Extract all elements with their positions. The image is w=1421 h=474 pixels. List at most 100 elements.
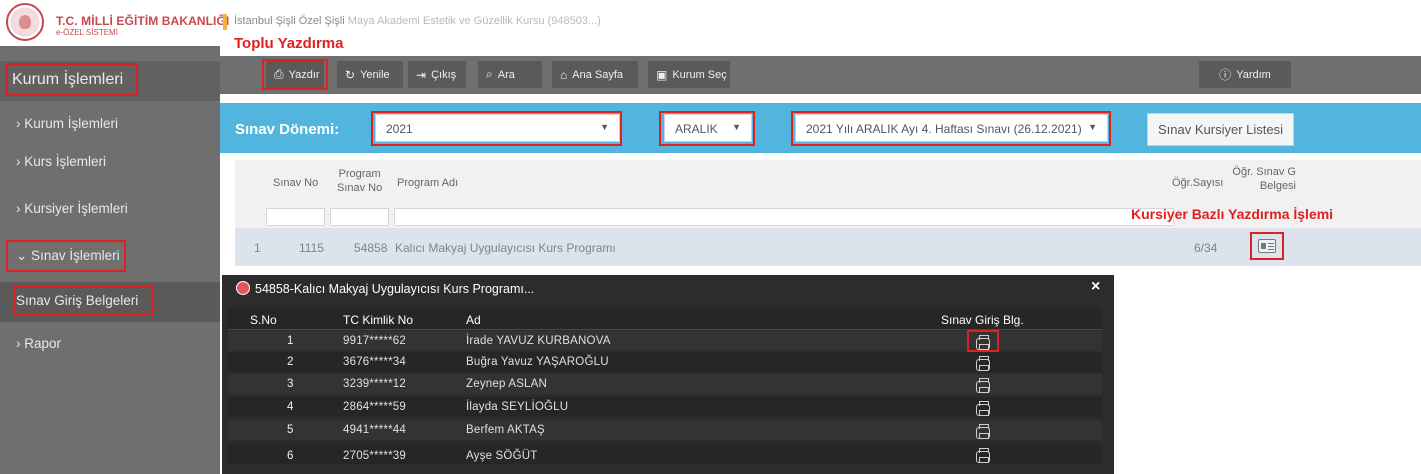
- sidebar-item-label: › Kursiyer İşlemleri: [16, 201, 128, 216]
- search-button[interactable]: ⌕ Ara: [478, 61, 542, 88]
- chevron-down-icon: ▼: [1088, 122, 1097, 132]
- sidebar-item-kurum-islemleri[interactable]: › Kurum İşlemleri: [0, 105, 220, 145]
- modal-col-name: Ad: [466, 313, 481, 327]
- close-icon[interactable]: ×: [1091, 278, 1100, 296]
- logout-icon: ⇥: [416, 67, 427, 82]
- sidebar-item-kursiyer-islemleri[interactable]: › Kursiyer İşlemleri: [0, 190, 220, 230]
- row-index: 1: [254, 241, 261, 255]
- home-button[interactable]: ⌂ Ana Sayfa: [552, 61, 638, 88]
- modal-row-no: 4: [287, 401, 294, 413]
- col-program-exam-no-line2: Sınav No: [337, 181, 383, 194]
- print-button[interactable]: ⎙ Yazdır: [266, 61, 324, 88]
- sidebar-item-label: › Rapor: [16, 336, 62, 351]
- exam-select[interactable]: 2021 Yılı ARALIK Ayı 4. Haftası Sınavı (…: [795, 114, 1108, 142]
- exam-period-label: Sınav Dönemi:: [235, 121, 340, 138]
- row-program-name: Kalıcı Makyaj Uygulayıcısı Kurs Programı: [395, 241, 616, 255]
- modal-row-name: İlayda SEYLİOĞLU: [466, 401, 569, 413]
- sidebar-item-label: › Kurs İşlemleri: [16, 154, 107, 169]
- sidebar-item-sinav-giris-belgeleri[interactable]: Sınav Giriş Belgeleri: [0, 282, 220, 322]
- sidebar-item-label: › Kurum İşlemleri: [16, 116, 119, 131]
- printer-icon[interactable]: [976, 448, 990, 463]
- printer-icon[interactable]: [976, 424, 990, 439]
- col-exam-document-line1: Öğr. Sınav G: [1232, 166, 1296, 178]
- col-exam-document: Öğr. Sınav G Belgesi: [1228, 166, 1296, 194]
- col-exam-document-line2: Belgesi: [1259, 179, 1296, 192]
- modal-row-tc: 3239*****12: [343, 378, 406, 390]
- printer-icon[interactable]: [976, 401, 990, 416]
- modal-row-name: Ayşe SÖĞÜT: [466, 450, 538, 462]
- modal-row-tc: 2864*****59: [343, 401, 406, 413]
- modal-row-tc: 4941*****44: [343, 424, 406, 436]
- chevron-down-icon: ▼: [600, 122, 609, 132]
- title-accent-bar: [223, 14, 227, 30]
- bulk-print-annotation: Toplu Yazdırma: [234, 35, 344, 52]
- program-icon: [236, 281, 250, 295]
- row-exam-no: 1115: [299, 241, 324, 255]
- refresh-button[interactable]: ↻ Yenile: [337, 61, 403, 88]
- row-trainee-count: 6/34: [1194, 241, 1218, 255]
- modal-row-name: Berfem AKTAŞ: [466, 424, 545, 436]
- month-select[interactable]: ARALIK ▼: [664, 114, 752, 142]
- modal-col-no: S.No: [250, 313, 277, 327]
- search-icon: ⌕: [486, 67, 493, 81]
- institution-name: İstanbul Şişli Özel Şişli Maya Akademi E…: [234, 15, 601, 27]
- sidebar-item-label: ⌄ Sınav İşlemleri: [16, 248, 120, 263]
- col-program-name: Program Adı: [397, 177, 459, 189]
- exam-document-button[interactable]: [1250, 232, 1284, 260]
- search-label: Ara: [497, 68, 515, 81]
- modal-row-name: İrade YAVUZ KURBANOVA: [466, 335, 611, 347]
- modal-row-no: 3: [287, 378, 294, 390]
- help-icon: ⓘ: [1219, 68, 1232, 82]
- sidebar-title-label: Kurum İşlemleri: [12, 71, 124, 88]
- system-name: e-ÖZEL SİSTEMİ: [56, 28, 118, 37]
- sidebar-item-sinav-islemleri[interactable]: ⌄ Sınav İşlemleri: [0, 237, 220, 277]
- row-program-exam-no: 54858: [354, 241, 388, 255]
- year-select-value: 2021: [386, 122, 413, 136]
- institution-rest: Maya Akademi Estetik ve Güzellik Kursu (…: [347, 15, 601, 27]
- modal-row-name: Zeynep ASLAN: [466, 378, 548, 390]
- sidebar-item-rapor[interactable]: › Rapor: [0, 325, 220, 365]
- print-label: Yazdır: [288, 68, 320, 81]
- home-label: Ana Sayfa: [572, 68, 624, 81]
- exam-select-value: 2021 Yılı ARALIK Ayı 4. Haftası Sınavı (…: [806, 122, 1082, 136]
- filter-program-name-input[interactable]: [394, 208, 1174, 226]
- sidebar-item-kurs-islemleri[interactable]: › Kurs İşlemleri: [0, 143, 220, 183]
- col-trainee-count: Öğr.Sayısı: [1172, 177, 1224, 189]
- exit-label: Çıkış: [431, 68, 457, 81]
- exit-button[interactable]: ⇥ Çıkış: [408, 61, 466, 88]
- col-exam-no: Sınav No: [273, 177, 319, 189]
- ministry-name: T.C. MİLLİ EĞİTİM BAKANLIĞI: [56, 14, 230, 28]
- ministry-logo[interactable]: [6, 3, 44, 41]
- month-select-value: ARALIK: [675, 122, 718, 136]
- modal-row-no: 6: [287, 450, 294, 462]
- printer-icon[interactable]: [976, 335, 990, 350]
- select-institution-button[interactable]: ▣ Kurum Seç: [648, 61, 730, 88]
- help-button[interactable]: ⓘ Yardım: [1199, 61, 1291, 88]
- filter-program-exam-no-input[interactable]: [330, 208, 389, 226]
- id-card-icon: [1258, 239, 1276, 253]
- sidebar-item-label: Sınav Giriş Belgeleri: [16, 293, 139, 308]
- printer-icon[interactable]: [976, 378, 990, 393]
- col-program-exam-no-line1: Program: [338, 168, 381, 180]
- filter-exam-no-input[interactable]: [266, 208, 325, 226]
- exam-trainee-list-button[interactable]: Sınav Kursiyer Listesi: [1147, 113, 1294, 146]
- modal-col-tc: TC Kimlik No: [343, 313, 414, 327]
- institution-prefix: İstanbul Şişli Özel Şişli: [234, 15, 345, 27]
- help-label: Yardım: [1236, 68, 1271, 81]
- refresh-label: Yenile: [360, 68, 390, 81]
- year-select[interactable]: 2021 ▼: [375, 114, 620, 142]
- printer-icon[interactable]: [976, 356, 990, 371]
- modal-col-doc: Sınav Giriş Blg.: [941, 313, 1024, 327]
- sidebar-title: Kurum İşlemleri: [0, 61, 220, 101]
- select-institution-label: Kurum Seç: [672, 68, 727, 81]
- printer-icon: ⎙: [274, 67, 284, 81]
- building-icon: ▣: [656, 67, 668, 82]
- modal-title: 54858-Kalıcı Makyaj Uygulayıcısı Kurs Pr…: [255, 282, 535, 296]
- modal-row-tc: 3676*****34: [343, 356, 406, 368]
- modal-row-tc: 9917*****62: [343, 335, 406, 347]
- refresh-icon: ↻: [345, 67, 356, 82]
- per-trainee-print-annotation: Kursiyer Bazlı Yazdırma İşlemi: [1131, 206, 1334, 222]
- modal-row-tc: 2705*****39: [343, 450, 406, 462]
- home-icon: ⌂: [560, 67, 568, 82]
- modal-row-no: 5: [287, 424, 294, 436]
